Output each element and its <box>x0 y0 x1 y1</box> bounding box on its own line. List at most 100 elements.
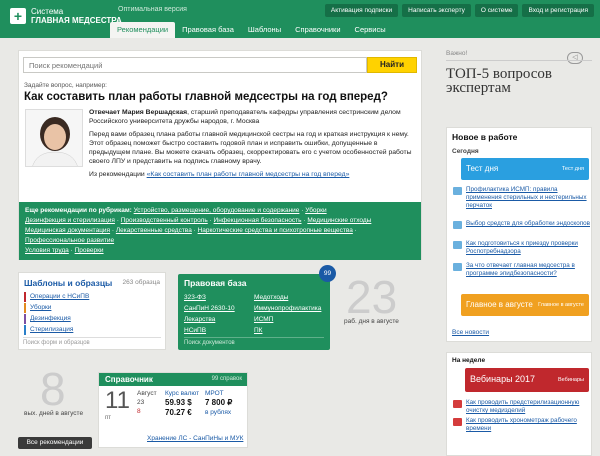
megaphone-icon: ◁ <box>567 52 583 64</box>
legal-item[interactable]: ПК <box>254 326 324 336</box>
tab-services[interactable]: Сервисы <box>348 22 393 38</box>
week-item[interactable]: Как проводить предстерилизационную очист… <box>451 399 591 415</box>
divider <box>446 60 592 61</box>
rubric-link[interactable]: Медицинские отходы <box>307 217 371 224</box>
mrot-unit: в рублях <box>205 409 232 416</box>
top-buttons: Активация подписки Написать эксперту О с… <box>324 4 594 17</box>
legal-item[interactable]: Иммунопрофилактика <box>254 304 324 314</box>
weekend-days-caption: вых. дней в августе <box>24 410 84 417</box>
week-item[interactable]: Как проводить хронометраж рабочего време… <box>451 417 591 433</box>
news-icon <box>453 221 462 229</box>
rubric-link[interactable]: Проверки <box>75 247 104 254</box>
mrot-label[interactable]: МРОТ <box>205 389 232 398</box>
legal-item[interactable]: Лекарства <box>184 315 254 325</box>
login-button[interactable]: Вход и регистрация <box>522 4 594 17</box>
rubric-link[interactable]: Условия труда <box>25 247 69 254</box>
templates-count: 263 образца <box>122 279 160 286</box>
all-news-link[interactable]: Все новости <box>452 329 489 336</box>
video-icon <box>453 400 462 408</box>
news-item[interactable]: Как подготовиться к приезду проверки Рос… <box>451 240 591 256</box>
currency-label[interactable]: Курс валют <box>165 389 199 398</box>
webinars-sub: Вебинары <box>558 377 584 383</box>
test-day-sub: Тест дня <box>561 166 584 172</box>
rubric-link[interactable]: Лекарственные средства <box>116 227 192 234</box>
usd-rate: 59.93 $ <box>165 398 192 407</box>
recommendation-card: Найти Задайте вопрос, например: Как сост… <box>18 50 422 260</box>
new-in-work-block: Новое в работе Сегодня Тест дня Тест дня… <box>446 127 592 342</box>
template-item[interactable]: Стерилизация <box>24 325 162 335</box>
reference-count: 99 справок <box>211 376 242 382</box>
news-item[interactable]: За что отвечает главная медсестра в прог… <box>451 262 591 278</box>
legal-search-input[interactable]: Поиск документов <box>184 337 324 346</box>
main-nav: Рекомендации Правовая база Шаблоны Справ… <box>110 22 393 38</box>
rubric-link[interactable]: Дезинфекция и стерилизация <box>25 217 115 224</box>
calendar-d2: 8 <box>137 408 141 415</box>
work-days-caption: раб. дня в августе <box>344 318 399 325</box>
legal-item[interactable]: СанПиН 2630-10 <box>184 304 254 314</box>
template-item[interactable]: Дезинфекция <box>24 314 162 324</box>
optimal-version-label[interactable]: Оптимальная версия <box>118 6 187 13</box>
tab-legal[interactable]: Правовая база <box>175 22 241 38</box>
templates-block: Шаблоны и образцы 263 образца Операции с… <box>18 272 166 350</box>
top-header: + Система ГЛАВНАЯ МЕДСЕСТРА Оптимальная … <box>0 0 600 38</box>
search-input[interactable] <box>23 57 367 73</box>
legal-item[interactable]: НСиПВ <box>184 326 254 336</box>
template-item[interactable]: Уборки <box>24 303 162 313</box>
rubric-link[interactable]: Уборки <box>305 207 326 214</box>
logo-line1: Система <box>31 7 64 16</box>
august-banner[interactable]: Главное в августе Главное в августе <box>461 294 589 316</box>
webinars-banner[interactable]: Вебинары 2017 Вебинары <box>465 368 589 392</box>
all-recommendations-button[interactable]: Все рекомендации <box>18 437 92 449</box>
weekend-days-number: 8 <box>40 363 66 415</box>
legal-item[interactable]: Медотходы <box>254 293 324 303</box>
rubric-link[interactable]: Медицинская документация <box>25 227 110 234</box>
templates-title[interactable]: Шаблоны и образцы <box>24 278 112 288</box>
calendar-month: Август <box>137 390 157 397</box>
find-button[interactable]: Найти <box>367 57 417 73</box>
news-item[interactable]: Профилактика ИСМП: правила применения ст… <box>451 186 591 210</box>
rubrics-block: Еще рекомендации по рубрикам: Устройство… <box>19 202 421 260</box>
top5-title[interactable]: ТОП-5 вопросов экспертам <box>446 67 556 96</box>
tab-references[interactable]: Справочники <box>288 22 347 38</box>
news-item[interactable]: Выбор средств для обработки эндоскопов <box>451 220 591 229</box>
question-title[interactable]: Как составить план работы главной медсес… <box>24 91 388 103</box>
legal-item[interactable]: ИСМП <box>254 315 324 325</box>
tab-recommendations[interactable]: Рекомендации <box>110 22 176 38</box>
video-icon <box>453 418 462 426</box>
from-rec-label: Из рекомендации <box>89 171 145 178</box>
template-item[interactable]: Операции с НСиПВ <box>24 292 162 302</box>
logo-line2: ГЛАВНАЯ МЕДСЕСТРА <box>31 16 122 25</box>
answer-author: Отвечает Мария Вершадская <box>89 109 188 116</box>
news-icon <box>453 263 462 271</box>
about-button[interactable]: О системе <box>474 4 519 17</box>
activate-subscription-button[interactable]: Активация подписки <box>324 4 399 17</box>
calendar-weekday: пт <box>105 415 111 421</box>
answer-text: Перед вами образец плана работы главной … <box>89 131 412 165</box>
rubric-link[interactable]: Инфекционная безопасность <box>214 217 302 224</box>
important-label: Важно! <box>446 50 468 57</box>
storage-link[interactable]: Хранение ЛС - СанПиНы и МУК <box>147 435 243 442</box>
rubric-link[interactable]: Наркотические средства и психотропные ве… <box>198 227 353 234</box>
new-in-work-title: Новое в работе <box>452 132 518 142</box>
rubric-link[interactable]: Производственный контроль <box>121 217 208 224</box>
news-icon <box>453 241 462 249</box>
expert-avatar-icon <box>26 110 82 166</box>
plus-icon: + <box>10 8 26 24</box>
ask-label: Задайте вопрос, например: <box>24 82 107 89</box>
legal-title[interactable]: Правовая база <box>184 278 246 288</box>
legal-item[interactable]: 323-ФЗ <box>184 293 254 303</box>
today-label: Сегодня <box>452 148 479 155</box>
write-expert-button[interactable]: Написать эксперту <box>402 4 471 17</box>
templates-search-input[interactable]: Поиск форм и образцов <box>23 337 161 348</box>
logo[interactable]: + Система ГЛАВНАЯ МЕДСЕСТРА <box>10 7 122 25</box>
rubric-link[interactable]: Профессиональное развитие <box>25 237 114 244</box>
calendar-d1: 23 <box>137 399 145 406</box>
tab-templates[interactable]: Шаблоны <box>241 22 288 38</box>
august-sub: Главное в августе <box>538 302 584 308</box>
expert-photo <box>25 109 83 167</box>
from-rec-link[interactable]: «Как составить план работы главной медсе… <box>147 171 350 178</box>
test-day-banner[interactable]: Тест дня Тест дня <box>461 158 589 180</box>
eur-rate: 70.27 € <box>165 408 192 417</box>
rubric-link[interactable]: Устройство, размещение, оборудование и с… <box>134 207 300 214</box>
mrot-value: 7 800 ₽ <box>205 398 233 407</box>
